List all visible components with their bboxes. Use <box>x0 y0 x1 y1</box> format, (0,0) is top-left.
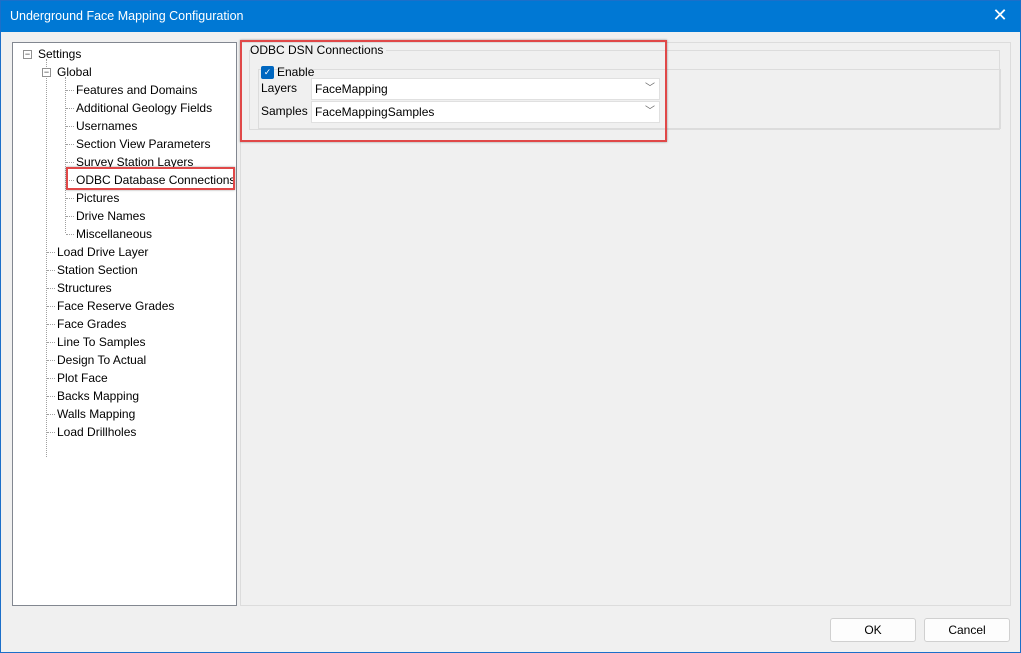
tree-item-face-reserve-grades[interactable]: Face Reserve Grades <box>57 297 174 315</box>
tree-line <box>47 360 55 361</box>
title-bar: Underground Face Mapping Configuration ✕ <box>1 1 1020 32</box>
tree-line <box>47 306 55 307</box>
tree-line <box>47 432 55 433</box>
tree-item-design-to-actual[interactable]: Design To Actual <box>57 351 146 369</box>
tree-line <box>66 126 74 127</box>
highlight-box <box>240 40 667 142</box>
tree-item-additional-geology-fields[interactable]: Additional Geology Fields <box>76 99 212 117</box>
tree-item-backs-mapping[interactable]: Backs Mapping <box>57 387 139 405</box>
close-icon[interactable]: ✕ <box>988 5 1012 26</box>
tree-item-features-and-domains[interactable]: Features and Domains <box>76 81 197 99</box>
odbc-settings-panel: ODBC DSN Connections ✓ Enable Layers Fac… <box>240 40 1011 606</box>
tree-item-settings[interactable]: Settings <box>38 45 81 63</box>
tree-item-load-drive-layer[interactable]: Load Drive Layer <box>57 243 148 261</box>
settings-tree: − Settings − Global Features and Domains Addi… <box>12 42 237 606</box>
selection-highlight <box>66 167 235 190</box>
tree-item-section-view-parameters[interactable]: Section View Parameters <box>76 135 211 153</box>
tree-line <box>66 90 74 91</box>
tree-line <box>47 288 55 289</box>
tree-line <box>66 162 74 163</box>
tree-line <box>47 324 55 325</box>
tree-line <box>47 378 55 379</box>
tree-item-usernames[interactable]: Usernames <box>76 117 137 135</box>
tree-item-miscellaneous[interactable]: Miscellaneous <box>76 225 152 243</box>
tree-line <box>46 59 47 457</box>
tree-line <box>47 270 55 271</box>
tree-line <box>66 144 74 145</box>
tree-item-plot-face[interactable]: Plot Face <box>57 369 108 387</box>
tree-line <box>47 414 55 415</box>
tree-item-pictures[interactable]: Pictures <box>76 189 119 207</box>
tree-item-face-grades[interactable]: Face Grades <box>57 315 126 333</box>
tree-item-load-drillholes[interactable]: Load Drillholes <box>57 423 136 441</box>
dialog-window: Underground Face Mapping Configuration ✕… <box>0 0 1021 653</box>
tree-item-line-to-samples[interactable]: Line To Samples <box>57 333 146 351</box>
tree-item-global[interactable]: Global <box>57 63 92 81</box>
cancel-button[interactable]: Cancel <box>924 618 1010 642</box>
tree-line <box>66 216 74 217</box>
ok-button[interactable]: OK <box>830 618 916 642</box>
tree-line <box>66 234 74 235</box>
tree-line <box>66 198 74 199</box>
tree-item-drive-names[interactable]: Drive Names <box>76 207 145 225</box>
collapse-icon[interactable]: − <box>23 50 32 59</box>
tree-item-station-section[interactable]: Station Section <box>57 261 138 279</box>
tree-line <box>47 342 55 343</box>
tree-line <box>47 396 55 397</box>
tree-item-walls-mapping[interactable]: Walls Mapping <box>57 405 135 423</box>
collapse-icon[interactable]: − <box>42 68 51 77</box>
window-title: Underground Face Mapping Configuration <box>10 9 244 23</box>
tree-line <box>66 108 74 109</box>
tree-line <box>47 252 55 253</box>
tree-line <box>65 77 66 233</box>
tree-item-structures[interactable]: Structures <box>57 279 112 297</box>
